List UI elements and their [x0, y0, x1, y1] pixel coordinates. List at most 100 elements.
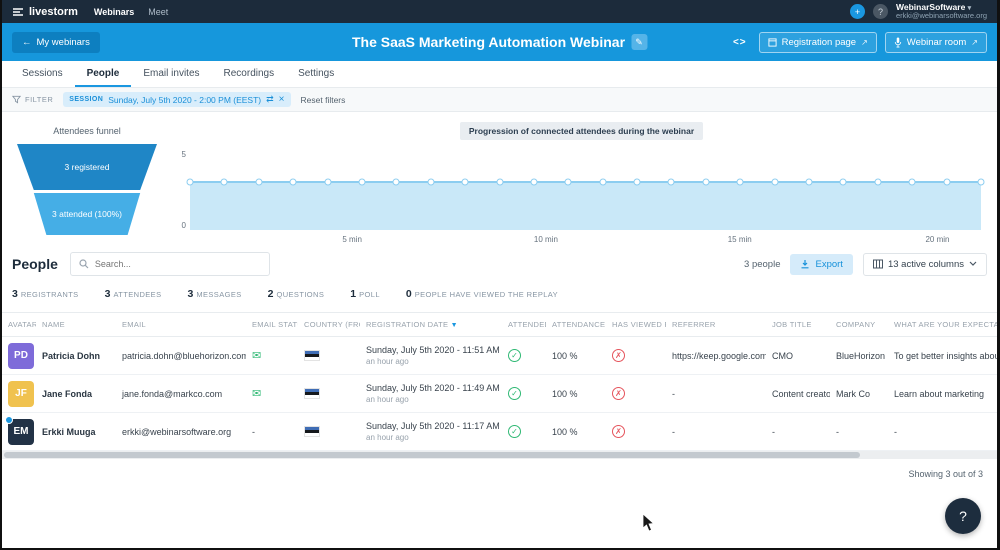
- expectations-cell: To get better insights about customer ac…: [888, 337, 997, 375]
- replay-cell: ✗: [606, 375, 666, 413]
- chart-point: [737, 179, 744, 186]
- my-webinars-button[interactable]: ← My webinars: [12, 32, 100, 53]
- pencil-icon: ✎: [635, 37, 643, 48]
- horizontal-scrollbar[interactable]: [2, 451, 997, 459]
- topnav-item-meet[interactable]: Meet: [148, 7, 168, 17]
- funnel-stage-0: 3 registered: [17, 144, 157, 190]
- chart-x-axis: 5 min10 min15 min20 min: [190, 230, 981, 244]
- referrer-cell[interactable]: https://keep.google.com/: [666, 337, 766, 375]
- people-table: AVATARNAMEEMAILEMAIL STATUSESCOUNTRY (FR…: [2, 312, 997, 451]
- account-menu[interactable]: WebinarSoftware ▾ erkki@webinarsoftware.…: [896, 3, 987, 21]
- chart-point: [290, 179, 297, 186]
- reset-filters-link[interactable]: Reset filters: [301, 95, 346, 105]
- column-header-attendance-rate[interactable]: ATTENDANCE RATE: [546, 313, 606, 337]
- people-title: People: [12, 256, 58, 272]
- country-flag-ee: [304, 350, 320, 361]
- table-row[interactable]: EMErkki Muugaerkki@webinarsoftware.org-S…: [2, 413, 997, 451]
- chart-point: [771, 179, 778, 186]
- stat-poll[interactable]: 1POLL: [350, 284, 380, 302]
- stat-value: 2: [268, 288, 274, 300]
- stat-registrants[interactable]: 3REGISTRANTS: [12, 284, 79, 302]
- filter-toggle[interactable]: FILTER: [12, 95, 53, 104]
- column-header-name[interactable]: NAME: [36, 313, 116, 337]
- title-wrap: The SaaS Marketing Automation Webinar ✎: [352, 34, 647, 50]
- chart-title: Progression of connected attendees durin…: [460, 122, 703, 140]
- tab-sessions[interactable]: Sessions: [10, 61, 75, 87]
- job-title-cell: CMO: [766, 337, 830, 375]
- x-tick-label: 5 min: [342, 235, 362, 244]
- attendance-rate-cell: 100 %: [546, 375, 606, 413]
- column-header-country-from-ip[interactable]: COUNTRY (FROM IP): [298, 313, 360, 337]
- tab-people[interactable]: People: [75, 61, 132, 87]
- company-cell: Mark Co: [830, 375, 888, 413]
- top-navbar: livestorm Webinars Meet + ? WebinarSoftwa…: [2, 0, 997, 23]
- attended-cell: ✓: [502, 413, 546, 451]
- job-title-cell: -: [766, 413, 830, 451]
- avatar: PD: [8, 343, 34, 369]
- livestorm-brand[interactable]: livestorm: [12, 6, 78, 18]
- table-row[interactable]: JFJane Fondajane.fonda@markco.com✉Sunday…: [2, 375, 997, 413]
- chart-point: [462, 179, 469, 186]
- attended-check-icon: ✓: [508, 349, 521, 362]
- email-status-cell: ✉: [246, 375, 298, 413]
- column-header-what-are-your-expectations-from-this[interactable]: WHAT ARE YOUR EXPECTATIONS FROM THIS ...: [888, 313, 997, 337]
- support-fab-button[interactable]: ?: [945, 498, 981, 534]
- y-tick-top: 5: [176, 150, 186, 159]
- back-arrow-icon: ←: [22, 37, 32, 48]
- registration-date-cell: Sunday, July 5th 2020 - 11:49 AM (EEST)a…: [360, 375, 502, 413]
- email-cell: jane.fonda@markco.com: [116, 375, 246, 413]
- stat-people-have-viewed-the-replay[interactable]: 0PEOPLE HAVE VIEWED THE REPLAY: [406, 284, 558, 302]
- tab-email-invites[interactable]: Email invites: [131, 61, 211, 87]
- stat-label: MESSAGES: [196, 290, 241, 299]
- help-menu-button[interactable]: ?: [873, 4, 888, 19]
- livestorm-app: livestorm Webinars Meet + ? WebinarSoftwa…: [0, 0, 1000, 550]
- create-webinar-button[interactable]: +: [850, 4, 865, 19]
- replay-cell: ✗: [606, 413, 666, 451]
- attended-check-icon: ✓: [508, 425, 521, 438]
- stat-messages[interactable]: 3MESSAGES: [188, 284, 242, 302]
- stat-value: 3: [105, 288, 111, 300]
- microphone-icon: [894, 37, 902, 48]
- tab-settings[interactable]: Settings: [286, 61, 346, 87]
- close-icon[interactable]: ×: [279, 94, 285, 105]
- email-status-cell: ✉: [246, 337, 298, 375]
- table-row[interactable]: PDPatricia Dohnpatricia.dohn@bluehorizon…: [2, 337, 997, 375]
- attendance-rate-cell: 100 %: [546, 337, 606, 375]
- sort-desc-icon[interactable]: ▼: [448, 322, 457, 329]
- column-header-avatar[interactable]: AVATAR: [2, 313, 36, 337]
- job-title-cell: Content creator: [766, 375, 830, 413]
- chart-point: [427, 179, 434, 186]
- stat-questions[interactable]: 2QUESTIONS: [268, 284, 325, 302]
- embed-code-icon[interactable]: <>: [729, 37, 751, 48]
- replay-cross-icon: ✗: [612, 425, 625, 438]
- column-header-job-title[interactable]: JOB TITLE: [766, 313, 830, 337]
- export-button[interactable]: Export: [790, 254, 852, 275]
- topnav-item-webinars[interactable]: Webinars: [94, 7, 134, 17]
- replay-cross-icon: ✗: [612, 387, 625, 400]
- country-flag-ee: [304, 388, 320, 399]
- column-header-has-viewed-replay[interactable]: HAS VIEWED REPLAY: [606, 313, 666, 337]
- stat-attendees[interactable]: 3ATTENDEES: [105, 284, 162, 302]
- column-header-company[interactable]: COMPANY: [830, 313, 888, 337]
- column-header-attended[interactable]: ATTENDED: [502, 313, 546, 337]
- tab-recordings[interactable]: Recordings: [212, 61, 287, 87]
- column-header-referrer[interactable]: REFERRER: [666, 313, 766, 337]
- chart-point: [599, 179, 606, 186]
- column-header-email[interactable]: EMAIL: [116, 313, 246, 337]
- active-columns-dropdown[interactable]: 13 active columns: [863, 253, 987, 276]
- attended-check-icon: ✓: [508, 387, 521, 400]
- registration-page-button[interactable]: Registration page ↗: [759, 32, 877, 53]
- column-header-email-statuses[interactable]: EMAIL STATUSES: [246, 313, 298, 337]
- replay-cell: ✗: [606, 337, 666, 375]
- stats-row: 3REGISTRANTS3ATTENDEES3MESSAGES2QUESTION…: [2, 284, 997, 312]
- column-header-registration-date[interactable]: REGISTRATION DATE ▼: [360, 313, 502, 337]
- edit-title-button[interactable]: ✎: [631, 34, 647, 50]
- shuffle-icon[interactable]: ⇄: [266, 94, 274, 105]
- search-input[interactable]: [95, 259, 261, 269]
- scrollbar-thumb[interactable]: [4, 452, 860, 458]
- people-table-wrap: AVATARNAMEEMAILEMAIL STATUSESCOUNTRY (FR…: [2, 312, 997, 451]
- account-name: WebinarSoftware: [896, 2, 965, 12]
- session-filter-chip[interactable]: SESSION Sunday, July 5th 2020 - 2:00 PM …: [63, 92, 290, 107]
- webinar-room-button[interactable]: Webinar room ↗: [885, 32, 987, 53]
- name-cell: Patricia Dohn: [36, 337, 116, 375]
